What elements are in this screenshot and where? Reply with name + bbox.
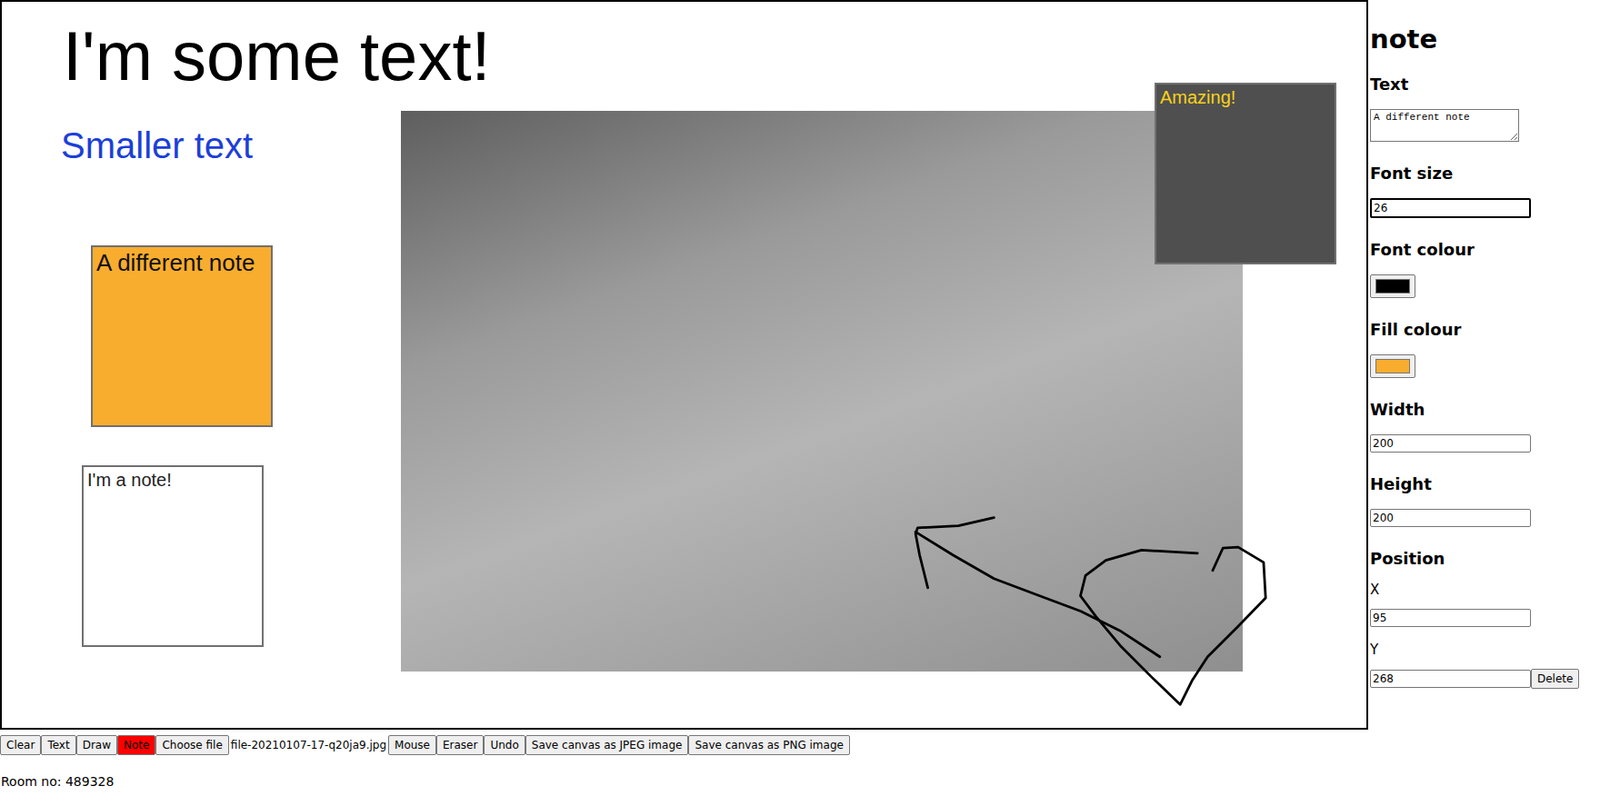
position-input[interactable]: [1370, 670, 1531, 689]
position-row: [1370, 609, 1600, 628]
font-size-input[interactable]: [1370, 198, 1531, 219]
field-label: Y: [1370, 641, 1600, 659]
text-input[interactable]: [1370, 109, 1520, 142]
field-label: Font colour: [1370, 240, 1600, 260]
property-field: Position: [1370, 549, 1600, 570]
tool-button[interactable]: Eraser: [436, 735, 484, 756]
field-label: Width: [1370, 400, 1600, 420]
field-label: Height: [1370, 474, 1600, 495]
heart-stroke[interactable]: [1080, 547, 1266, 705]
color-picker[interactable]: [1370, 354, 1416, 379]
arrow-stroke[interactable]: [915, 518, 1160, 658]
workspace: I'm some text! Smaller text A different n…: [0, 0, 1600, 730]
sticky-note[interactable]: I'm a note!: [81, 465, 264, 648]
file-name: file-20210107-17-q20ja9.jpg: [229, 739, 389, 752]
canvas[interactable]: I'm some text! Smaller text A different n…: [0, 0, 1369, 730]
color-swatch: [1375, 359, 1410, 374]
tool-button[interactable]: Mouse: [388, 735, 437, 756]
page: I'm some text! Smaller text A different n…: [0, 0, 1600, 806]
field-label: X: [1370, 581, 1600, 599]
color-swatch: [1375, 279, 1410, 294]
property-field: Fill colour: [1370, 320, 1600, 379]
position-input[interactable]: [1370, 609, 1531, 628]
canvas-text[interactable]: Smaller text: [60, 127, 253, 164]
canvas-text[interactable]: I'm some text!: [62, 21, 491, 91]
property-field: Font colour: [1370, 240, 1600, 299]
field-label: Font size: [1370, 163, 1600, 184]
tool-button[interactable]: Clear: [0, 735, 41, 756]
toolbar: ClearTextDrawNoteChoose file file-202101…: [0, 735, 1600, 756]
tool-button[interactable]: Save canvas as PNG image: [688, 735, 850, 756]
tool-button[interactable]: Save canvas as JPEG image: [525, 735, 690, 756]
sticky-note[interactable]: A different note: [90, 245, 273, 428]
property-field: Y Delete: [1370, 641, 1600, 690]
color-picker[interactable]: [1370, 274, 1416, 299]
properties-panel: note Text Font size Font colour Fill col…: [1368, 0, 1600, 704]
property-field: Height: [1370, 474, 1600, 528]
property-field: Font size: [1370, 163, 1600, 219]
field-label: Text: [1370, 74, 1600, 95]
size-input[interactable]: [1370, 434, 1531, 453]
tool-button[interactable]: Undo: [483, 735, 525, 756]
tool-button[interactable]: Text: [40, 735, 76, 756]
delete-button[interactable]: Delete: [1530, 669, 1580, 690]
field-label: Position: [1370, 549, 1600, 570]
photo[interactable]: [400, 110, 1243, 672]
size-input[interactable]: [1370, 509, 1531, 528]
panel-title: note: [1370, 23, 1600, 55]
choose-file-button[interactable]: Choose file: [155, 735, 229, 756]
sticky-note[interactable]: Amazing!: [1154, 82, 1337, 265]
position-row: Delete: [1370, 669, 1600, 690]
property-field: Width: [1370, 400, 1600, 453]
file-input[interactable]: Choose file file-20210107-17-q20ja9.jpg: [155, 735, 389, 756]
field-label: Fill colour: [1370, 320, 1600, 340]
property-field: X: [1370, 581, 1600, 628]
tool-button[interactable]: Draw: [76, 735, 118, 756]
room-number: Room no: 489328: [0, 773, 1600, 790]
tool-button[interactable]: Note: [117, 735, 156, 756]
property-field: Text: [1370, 74, 1600, 142]
